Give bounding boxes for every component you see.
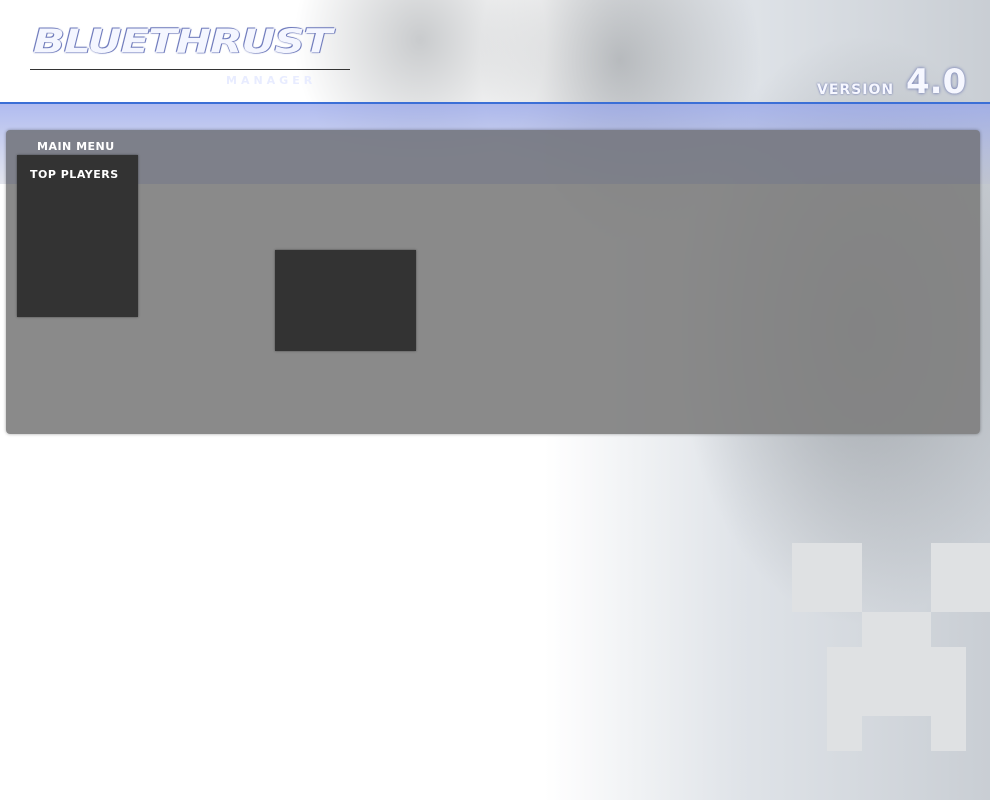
decorative-block	[931, 543, 990, 612]
version-number: 4.0	[906, 62, 967, 102]
site-header: BLUETHRUST MANAGER VERSION 4.0	[0, 0, 990, 104]
main-menu-link[interactable]: MAIN MENU	[37, 140, 115, 153]
decorative-block	[827, 716, 862, 751]
content-box	[275, 250, 416, 351]
decorative-block	[862, 612, 931, 647]
version-label: VERSION	[817, 82, 895, 98]
logo-title[interactable]: BLUETHRUST	[33, 22, 332, 60]
decorative-block	[931, 716, 966, 751]
menu-bar	[6, 130, 980, 184]
decorative-block	[792, 543, 862, 612]
logo-underline	[30, 69, 350, 70]
top-players-title: TOP PLAYERS	[30, 168, 119, 181]
logo-subtitle: MANAGER	[226, 74, 317, 87]
decorative-block	[827, 647, 966, 716]
